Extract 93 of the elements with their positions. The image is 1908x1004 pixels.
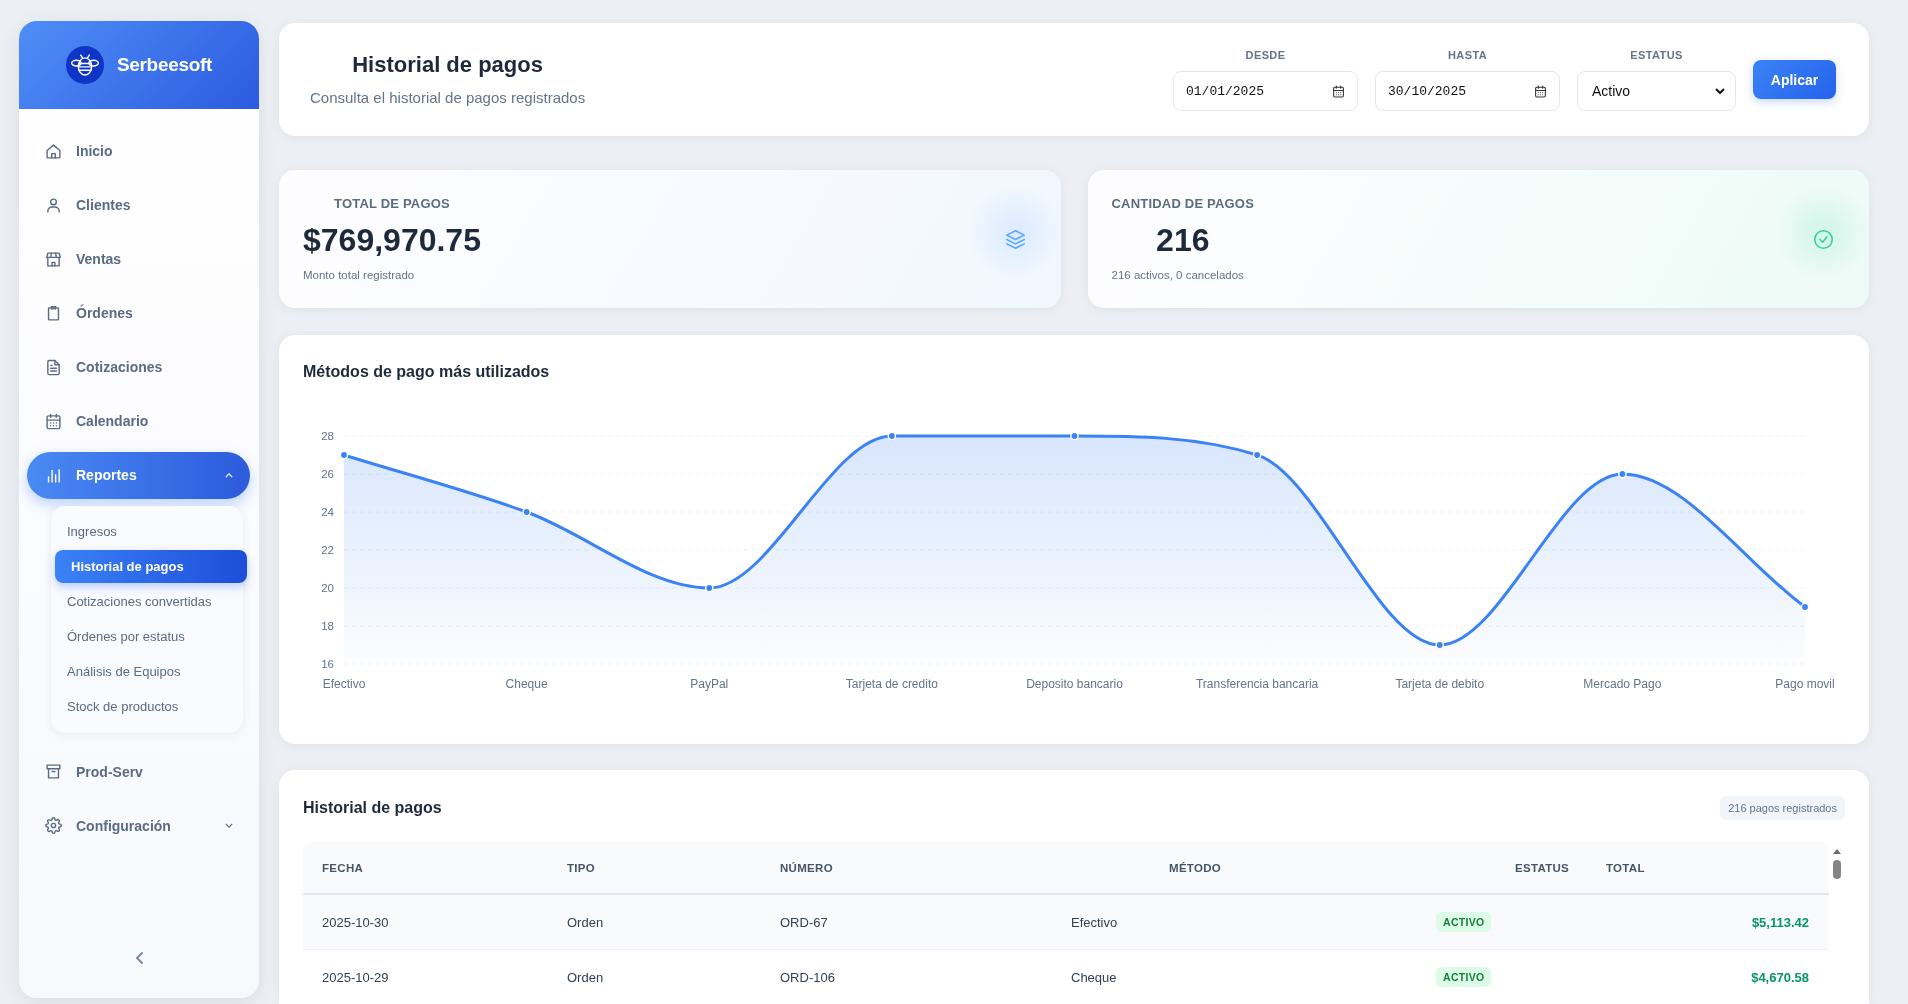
- stat-value: $769,970.75: [303, 220, 481, 259]
- y-tick-label: 16: [321, 658, 334, 670]
- table-cell: ORD-67: [780, 914, 828, 930]
- apply-button[interactable]: Aplicar: [1753, 60, 1836, 99]
- bee-logo-icon: [65, 46, 104, 84]
- brand-name: Serbeesoft: [116, 54, 213, 76]
- table-cell: Cheque: [1071, 969, 1117, 985]
- y-tick-label: 24: [321, 506, 334, 518]
- y-tick-label: 26: [321, 468, 334, 480]
- data-point: [1252, 450, 1262, 460]
- filter-label: DESDE: [1245, 48, 1286, 62]
- submenu-item[interactable]: Cotizaciones convertidas: [55, 585, 239, 618]
- calendar-icon: [45, 412, 62, 430]
- user-icon: [45, 196, 62, 214]
- data-point: [1800, 602, 1810, 612]
- bar-chart-icon: [45, 466, 62, 484]
- filter-label: HASTA: [1447, 48, 1488, 62]
- gear-icon: [45, 817, 62, 834]
- data-point: [1070, 431, 1079, 441]
- stat-label: TOTAL DE PAGOS: [334, 195, 450, 212]
- y-tick-label: 22: [321, 544, 334, 556]
- column-header: ESTATUS: [1515, 861, 1570, 874]
- submenu-item[interactable]: Ingresos: [55, 515, 239, 548]
- data-point: [1435, 640, 1445, 650]
- table-cell: Orden: [567, 969, 604, 985]
- table-cell: Orden: [567, 914, 604, 930]
- y-tick-label: 18: [321, 620, 334, 632]
- scrollbar-thumb[interactable]: [1833, 860, 1841, 879]
- status-badge: ACTIVO: [1436, 967, 1492, 987]
- count-badge: 216 pagos registrados: [1720, 796, 1845, 820]
- date-field[interactable]: 01/01/2025: [1173, 71, 1358, 111]
- page-title: Historial de pagos: [352, 51, 543, 79]
- document-icon: [45, 358, 62, 376]
- stat-value: 216: [1156, 220, 1210, 259]
- table-cell: 2025-10-29: [322, 969, 389, 985]
- nav-item[interactable]: Ventas: [27, 235, 250, 283]
- column-header: NÚMERO: [780, 861, 833, 874]
- date-field[interactable]: 30/10/2025: [1375, 71, 1560, 111]
- nav-item[interactable]: Órdenes: [27, 289, 250, 337]
- page-subtitle: Consulta el historial de pagos registrados: [310, 88, 586, 108]
- archive-box-icon: [45, 763, 62, 780]
- data-point: [704, 583, 714, 593]
- column-header: MÉTODO: [1169, 861, 1222, 874]
- nav-item[interactable]: Cotizaciones: [27, 343, 250, 391]
- data-point: [887, 431, 897, 441]
- table-cell: $4,670.58: [1751, 969, 1809, 985]
- submenu-item[interactable]: Historial de pagos: [55, 550, 247, 583]
- table-title: Historial de pagos: [303, 798, 442, 818]
- table-cell: ORD-106: [780, 969, 835, 985]
- x-axis-label: Efectivo: [322, 677, 366, 691]
- chart-title: Métodos de pago más utilizados: [303, 362, 551, 382]
- table-cell: Efectivo: [1071, 914, 1118, 930]
- nav-item[interactable]: Calendario: [27, 397, 250, 445]
- calendar-icon: [1534, 84, 1547, 98]
- column-header: TIPO: [567, 861, 596, 874]
- nav-item[interactable]: Reportes: [27, 451, 250, 499]
- table-cell: $5,113.42: [1751, 914, 1809, 930]
- x-axis-label: Mercado Pago: [1583, 677, 1662, 691]
- data-point: [339, 450, 349, 460]
- calendar-icon: [1332, 84, 1345, 98]
- x-axis-label: Tarjeta de debito: [1395, 677, 1485, 691]
- table-cell: 2025-10-30: [322, 914, 389, 930]
- y-tick-label: 20: [321, 582, 334, 594]
- x-axis-label: Cheque: [505, 677, 548, 691]
- data-point: [522, 507, 531, 517]
- x-axis-label: PayPal: [690, 677, 729, 691]
- store-icon: [45, 250, 62, 268]
- data-point: [1618, 469, 1627, 479]
- submenu-item[interactable]: Stock de productos: [55, 690, 239, 723]
- nav-item[interactable]: Clientes: [27, 181, 250, 229]
- stat-note: Monto total registrado: [303, 267, 415, 283]
- clipboard-icon: [45, 304, 62, 322]
- column-header: FECHA: [322, 861, 364, 874]
- home-icon: [45, 142, 62, 160]
- arrow-up-icon[interactable]: [1833, 849, 1841, 854]
- submenu-item[interactable]: Órdenes por estatus: [55, 620, 239, 653]
- chevron-left-icon: [135, 952, 143, 964]
- stat-label: CANTIDAD DE PAGOS: [1111, 195, 1255, 212]
- caret-down-icon: [1715, 88, 1725, 94]
- submenu-item[interactable]: Análisis de Equipos: [55, 655, 239, 688]
- x-axis-label: Pago movil: [1775, 677, 1835, 691]
- status-select[interactable]: Activo: [1577, 71, 1736, 111]
- status-badge: ACTIVO: [1436, 912, 1492, 932]
- nav-item[interactable]: Configuración: [27, 802, 250, 849]
- stat-note: 216 activos, 0 cancelados: [1111, 267, 1244, 283]
- x-axis-label: Deposito bancario: [1026, 677, 1123, 691]
- filter-label: ESTATUS: [1630, 48, 1683, 62]
- x-axis-label: Tarjeta de credito: [845, 677, 938, 691]
- y-tick-label: 28: [321, 430, 334, 442]
- column-header: TOTAL: [1606, 861, 1645, 874]
- nav-item[interactable]: Prod-Serv: [27, 748, 250, 795]
- x-axis-label: Transferencia bancaria: [1196, 677, 1319, 691]
- nav-item[interactable]: Inicio: [27, 127, 250, 175]
